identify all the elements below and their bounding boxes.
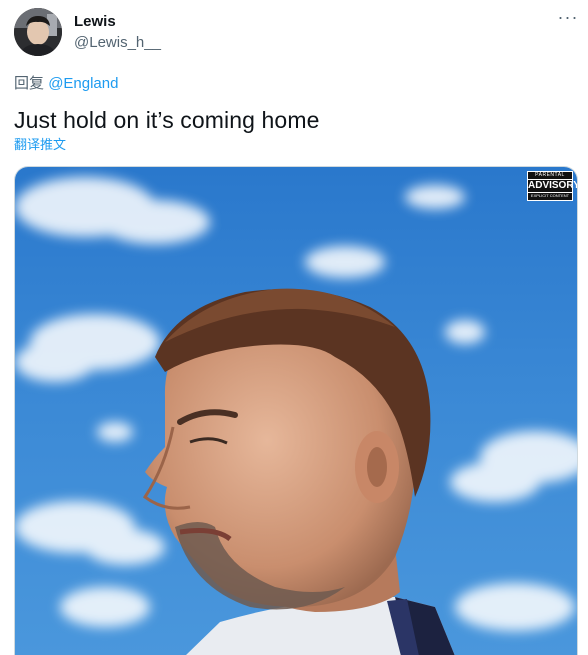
reply-prefix: 回复 <box>14 75 45 92</box>
tweet-text: Just hold on it’s coming home <box>14 107 320 133</box>
advisory-bottom-text: EXPLICIT CONTENT <box>528 192 572 199</box>
avatar[interactable] <box>14 8 62 56</box>
reply-context: 回复 @England <box>14 74 118 94</box>
translate-link[interactable]: 翻译推文 <box>14 136 66 154</box>
advisory-top-text: PARENTAL <box>528 172 572 180</box>
author-handle[interactable]: @Lewis_h__ <box>74 33 161 53</box>
reply-mention-link[interactable]: @England <box>48 75 118 92</box>
tweet-media[interactable]: PARENTAL ADVISORY EXPLICIT CONTENT <box>14 166 578 655</box>
more-options-icon[interactable]: ··· <box>556 8 580 30</box>
media-photo <box>15 167 577 655</box>
avatar-image <box>14 8 62 56</box>
tweet: Lewis @Lewis_h__ ··· 回复 @England Just ho… <box>0 0 588 655</box>
advisory-main-text: ADVISORY <box>528 180 578 191</box>
parental-advisory-label: PARENTAL ADVISORY EXPLICIT CONTENT <box>527 171 578 201</box>
author-name[interactable]: Lewis <box>74 12 116 32</box>
